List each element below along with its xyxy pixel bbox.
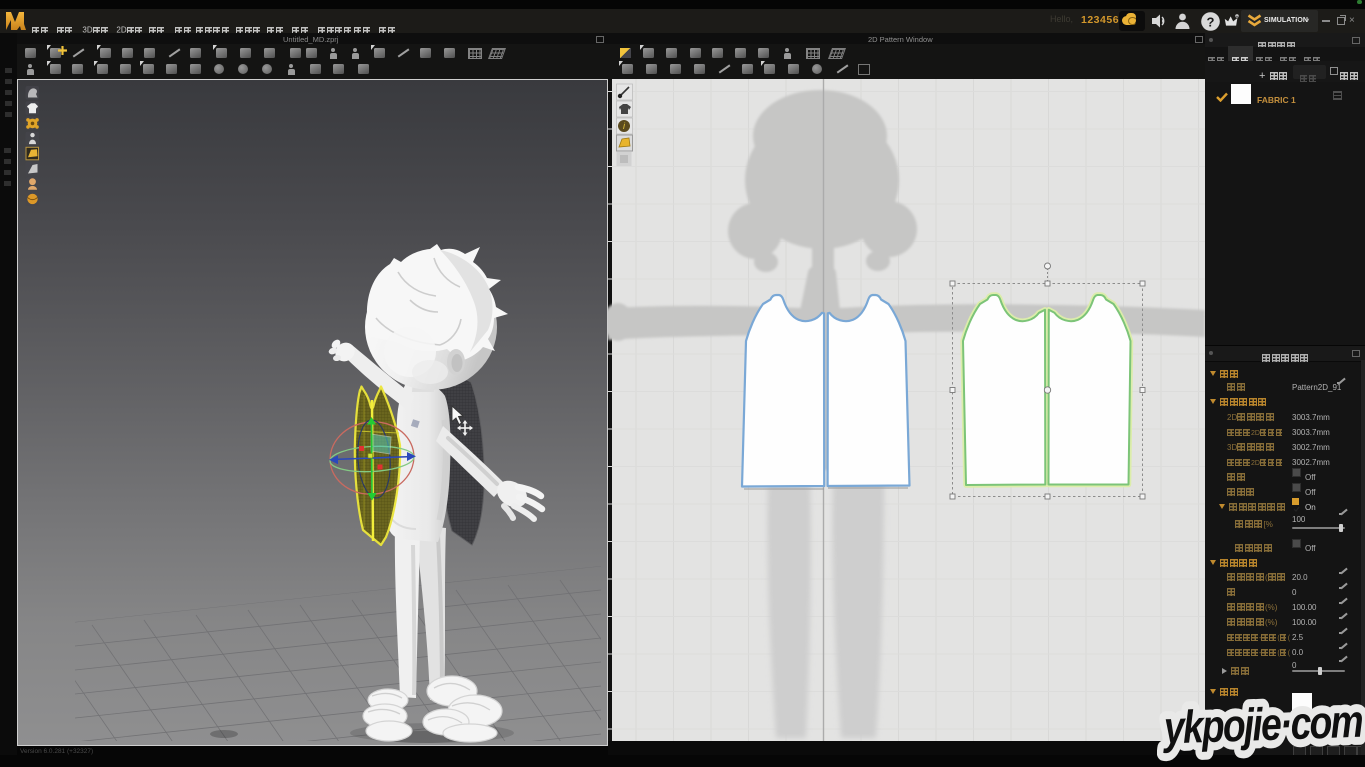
svg-text:?: ?: [1207, 14, 1215, 29]
svg-text:+: +: [1235, 14, 1238, 20]
svg-text:ykpojie·com: ykpojie·com: [1161, 695, 1363, 754]
